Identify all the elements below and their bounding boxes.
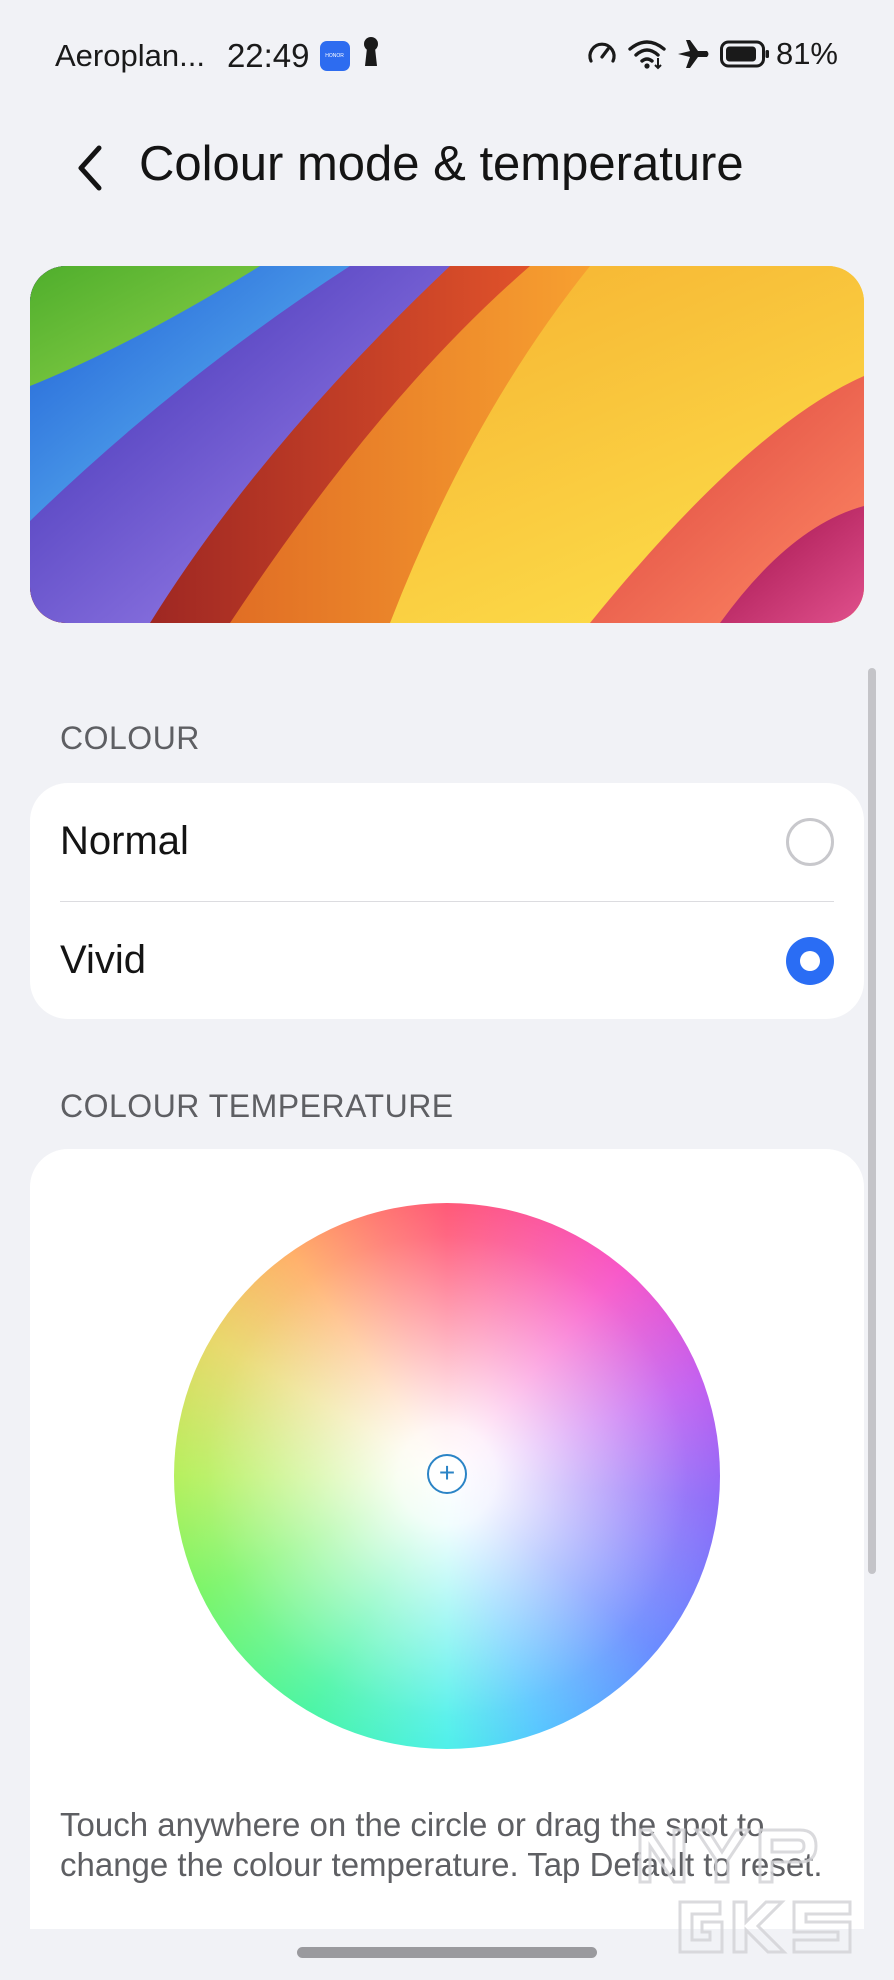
- home-indicator[interactable]: [297, 1947, 597, 1958]
- scrollbar[interactable]: [868, 668, 876, 1574]
- chevron-left-icon: [78, 145, 102, 191]
- airplane-icon: [676, 38, 710, 70]
- colour-mode-card: Normal Vivid: [30, 783, 864, 1019]
- watermark-logo: [630, 1822, 870, 1962]
- keyhole-icon: [362, 36, 380, 76]
- preview-banner-image: [30, 266, 864, 623]
- battery-percent: 81%: [775, 36, 838, 71]
- temperature-section-title: COLOUR TEMPERATURE: [60, 1088, 454, 1124]
- status-right: 81%: [576, 36, 838, 72]
- speed-meter-icon: [586, 38, 618, 70]
- colour-section-title: COLOUR: [60, 720, 200, 756]
- honor-app-icon: HONOR: [319, 41, 350, 71]
- wifi-icon: [628, 38, 666, 70]
- battery-icon: [719, 39, 770, 69]
- option-vivid[interactable]: Vivid: [30, 902, 864, 1020]
- clock: 22:49: [226, 37, 310, 74]
- top-app-bar: Colour mode & temperature: [0, 130, 894, 206]
- radio-vivid[interactable]: [786, 937, 834, 985]
- status-left: Aeroplan... 22:49 HONOR: [55, 36, 380, 76]
- status-bar: Aeroplan... 22:49 HONOR 81%: [0, 0, 894, 110]
- option-normal[interactable]: Normal: [30, 783, 864, 901]
- radio-normal[interactable]: [786, 818, 834, 866]
- option-label: Vivid: [60, 938, 146, 982]
- option-label: Normal: [60, 819, 189, 863]
- page-title: Colour mode & temperature: [139, 137, 744, 191]
- colour-temperature-card: + Touch anywhere on the circle or drag t…: [30, 1149, 864, 1929]
- wheel-handle-plus-icon[interactable]: +: [427, 1454, 467, 1494]
- carrier-label: Aeroplan...: [55, 38, 205, 73]
- back-button[interactable]: [62, 138, 118, 198]
